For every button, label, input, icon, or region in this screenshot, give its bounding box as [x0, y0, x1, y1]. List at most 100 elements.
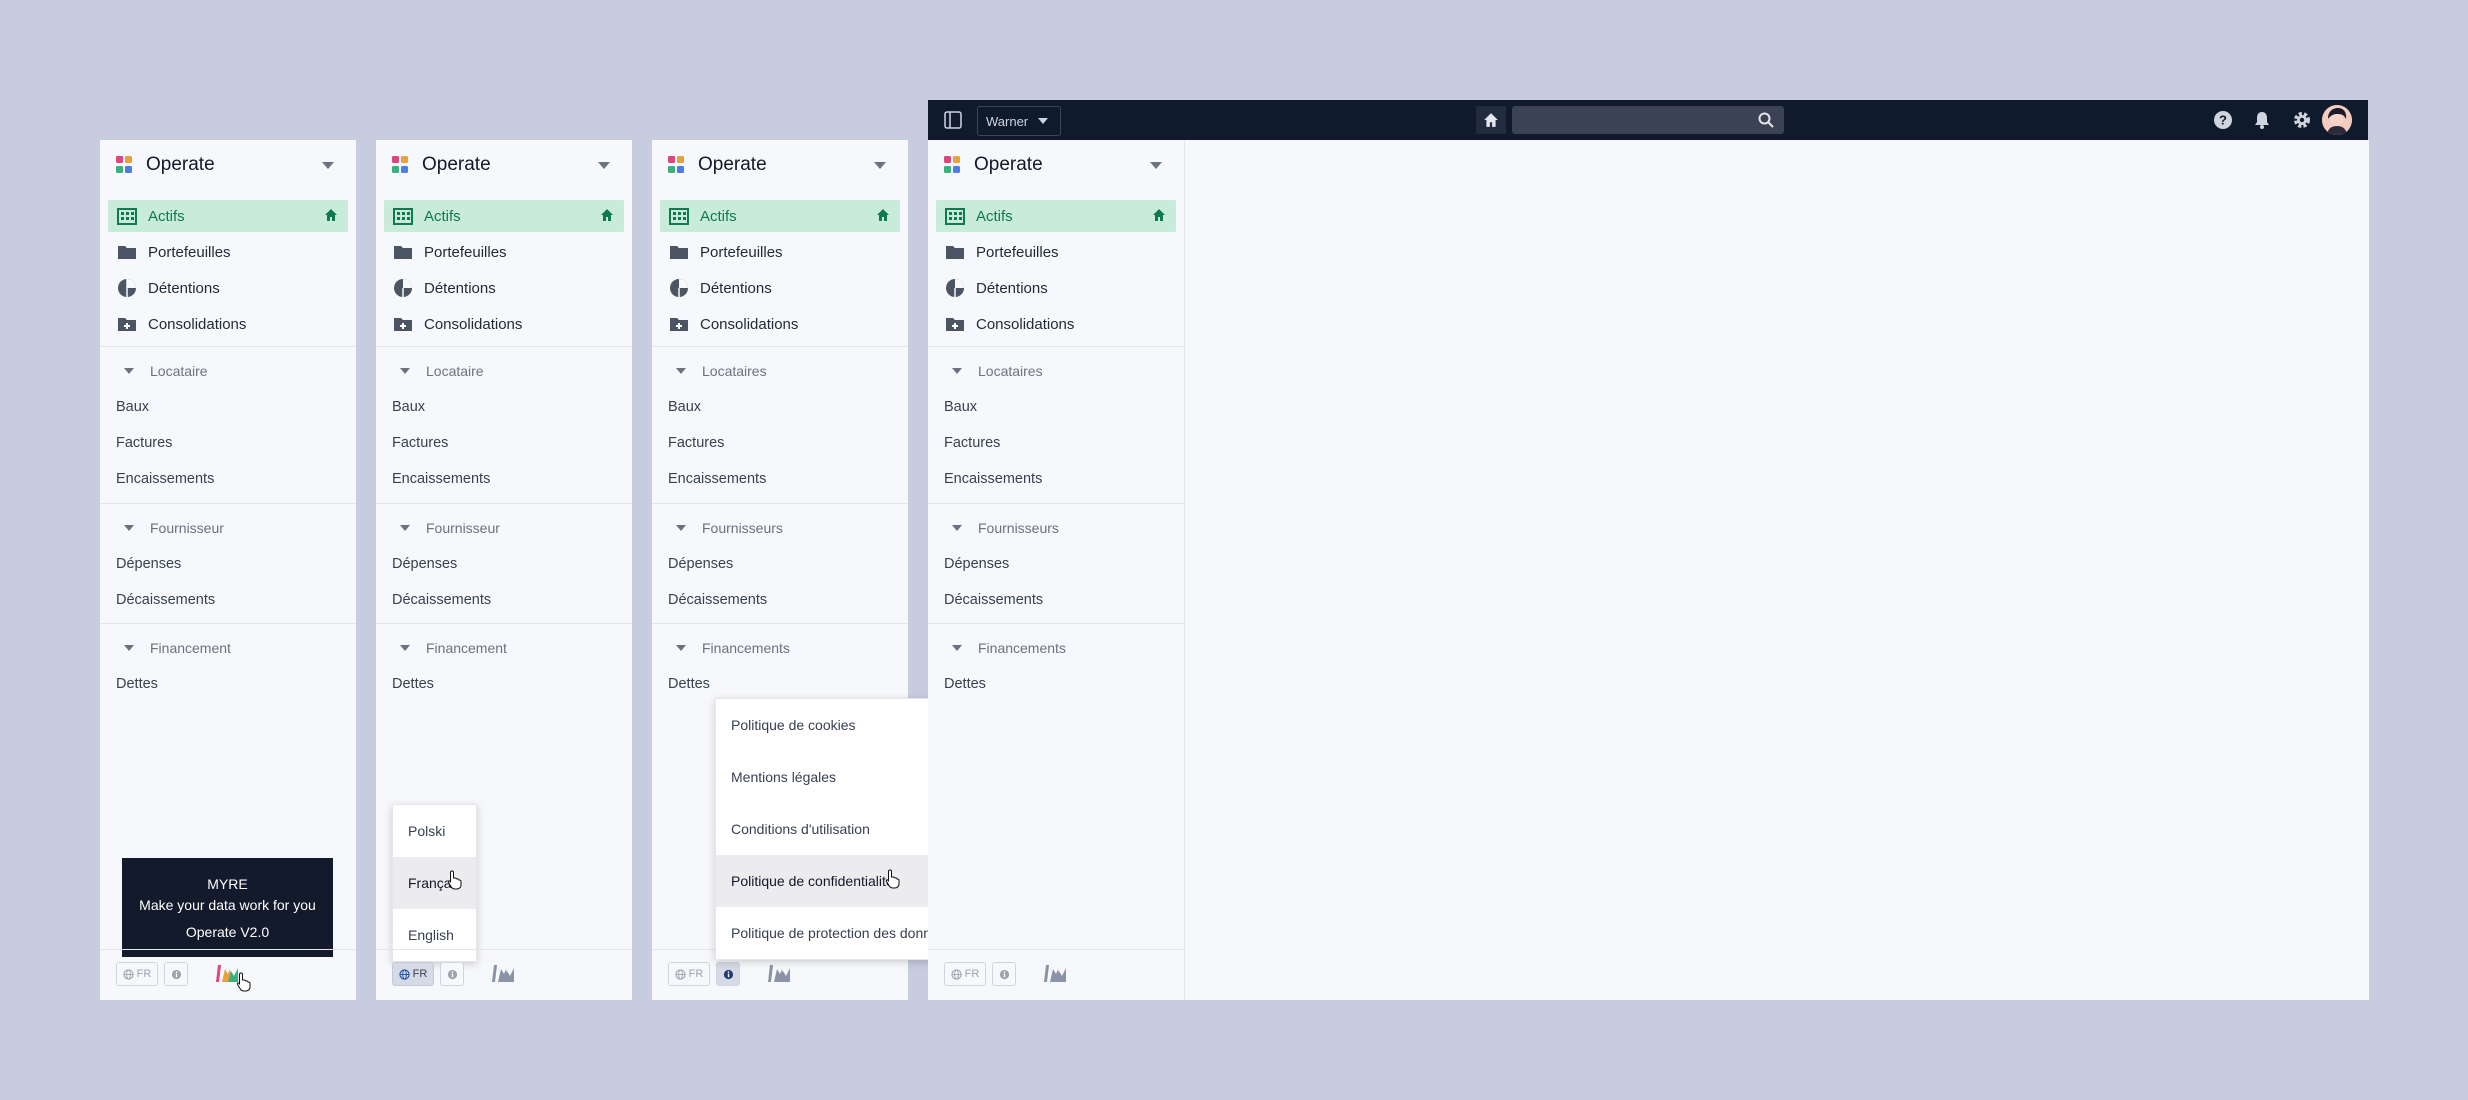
collapse-caret-icon[interactable]	[400, 368, 410, 374]
sidebar-item-detentions[interactable]: Détentions	[384, 272, 624, 304]
sidebar-item-portefeuilles[interactable]: Portefeuilles	[936, 236, 1176, 268]
sidebar-item-portefeuilles[interactable]: Portefeuilles	[660, 236, 900, 268]
sidebar-item-consolidations[interactable]: Consolidations	[384, 308, 624, 340]
myre-logo-icon[interactable]	[490, 962, 516, 989]
info-button[interactable]	[992, 962, 1016, 986]
sidebar-toggle-icon[interactable]	[944, 111, 962, 134]
section-header-financing[interactable]: Financements	[952, 640, 1066, 656]
collapse-caret-icon[interactable]	[952, 368, 962, 374]
section-header-tenant[interactable]: Locataires	[676, 363, 767, 379]
collapse-caret-icon[interactable]	[124, 368, 134, 374]
collapse-caret-icon[interactable]	[124, 525, 134, 531]
app-switcher[interactable]: Operate	[376, 140, 632, 190]
gear-icon[interactable]	[2292, 110, 2312, 135]
language-button[interactable]: FR	[116, 962, 158, 986]
sidebar-item-actifs[interactable]: Actifs	[384, 200, 624, 232]
section-header-tenant[interactable]: Locataire	[124, 363, 208, 379]
sidebar-link-dettes[interactable]: Dettes	[668, 676, 710, 692]
sidebar-link-baux[interactable]: Baux	[116, 399, 149, 415]
sidebar-link-decaissements[interactable]: Décaissements	[392, 592, 491, 608]
language-button[interactable]: FR	[944, 962, 986, 986]
bell-icon[interactable]	[2252, 110, 2272, 135]
sidebar-item-detentions[interactable]: Détentions	[108, 272, 348, 304]
sidebar-link-baux[interactable]: Baux	[668, 399, 701, 415]
search-input[interactable]	[1512, 106, 1784, 134]
help-icon[interactable]: ?	[2213, 110, 2233, 135]
app-switcher[interactable]: Operate	[100, 140, 356, 190]
sidebar-item-label: Détentions	[700, 279, 772, 297]
sidebar-link-factures[interactable]: Factures	[392, 435, 448, 451]
sidebar-link-decaissements[interactable]: Décaissements	[944, 592, 1043, 608]
sidebar-link-decaissements[interactable]: Décaissements	[668, 592, 767, 608]
section-header-supplier[interactable]: Fournisseur	[124, 520, 224, 536]
sidebar-item-actifs[interactable]: Actifs	[936, 200, 1176, 232]
workspace-selector[interactable]: Warner	[977, 106, 1062, 136]
sidebar-item-portefeuilles[interactable]: Portefeuilles	[384, 236, 624, 268]
sidebar-link-decaissements[interactable]: Décaissements	[116, 592, 215, 608]
collapse-caret-icon[interactable]	[676, 525, 686, 531]
section-header-tenant[interactable]: Locataires	[952, 363, 1043, 379]
sidebar-link-baux[interactable]: Baux	[944, 399, 977, 415]
info-button[interactable]	[164, 962, 188, 986]
section-header-financing[interactable]: Financement	[124, 640, 231, 656]
sidebar-link-depenses[interactable]: Dépenses	[668, 556, 733, 572]
language-option-polski[interactable]: Polski	[393, 805, 476, 857]
sidebar-link-encaissements[interactable]: Encaissements	[944, 471, 1042, 487]
sidebar-link-baux[interactable]: Baux	[392, 399, 425, 415]
info-button[interactable]	[440, 962, 464, 986]
home-button[interactable]	[1476, 106, 1506, 134]
sidebar-link-depenses[interactable]: Dépenses	[944, 556, 1009, 572]
language-button[interactable]: FR	[392, 962, 434, 986]
language-option-francais[interactable]: Français	[393, 857, 476, 909]
sidebar-link-factures[interactable]: Factures	[944, 435, 1000, 451]
sidebar-footer: FR	[376, 949, 632, 1000]
sidebar-item-portefeuilles[interactable]: Portefeuilles	[108, 236, 348, 268]
sidebar-item-actifs[interactable]: Actifs	[660, 200, 900, 232]
sidebar-item-consolidations[interactable]: Consolidations	[660, 308, 900, 340]
sidebar-item-detentions[interactable]: Détentions	[936, 272, 1176, 304]
collapse-caret-icon[interactable]	[676, 645, 686, 651]
home-icon[interactable]	[1152, 208, 1166, 227]
myre-logo-icon[interactable]	[1042, 962, 1068, 989]
section-header-supplier[interactable]: Fournisseur	[400, 520, 500, 536]
collapse-caret-icon[interactable]	[400, 525, 410, 531]
sidebar-item-actifs[interactable]: Actifs	[108, 200, 348, 232]
chevron-down-icon[interactable]	[874, 162, 886, 169]
search-icon[interactable]	[1758, 112, 1774, 133]
sidebar-link-factures[interactable]: Factures	[116, 435, 172, 451]
home-icon[interactable]	[600, 208, 614, 227]
sidebar-link-depenses[interactable]: Dépenses	[392, 556, 457, 572]
sidebar-link-dettes[interactable]: Dettes	[392, 676, 434, 692]
avatar[interactable]	[2322, 105, 2352, 135]
section-header-tenant[interactable]: Locataire	[400, 363, 484, 379]
sidebar-item-consolidations[interactable]: Consolidations	[108, 308, 348, 340]
home-icon[interactable]	[324, 208, 338, 227]
collapse-caret-icon[interactable]	[952, 645, 962, 651]
sidebar-link-dettes[interactable]: Dettes	[944, 676, 986, 692]
chevron-down-icon[interactable]	[598, 162, 610, 169]
section-header-supplier[interactable]: Fournisseurs	[952, 520, 1059, 536]
sidebar-item-consolidations[interactable]: Consolidations	[936, 308, 1176, 340]
app-switcher[interactable]: Operate	[652, 140, 908, 190]
chevron-down-icon[interactable]	[322, 162, 334, 169]
home-icon[interactable]	[876, 208, 890, 227]
sidebar-link-encaissements[interactable]: Encaissements	[668, 471, 766, 487]
sidebar-link-dettes[interactable]: Dettes	[116, 676, 158, 692]
app-switcher[interactable]: Operate	[928, 140, 1184, 190]
sidebar-link-factures[interactable]: Factures	[668, 435, 724, 451]
collapse-caret-icon[interactable]	[952, 525, 962, 531]
collapse-caret-icon[interactable]	[400, 645, 410, 651]
language-button[interactable]: FR	[668, 962, 710, 986]
info-button[interactable]	[716, 962, 740, 986]
collapse-caret-icon[interactable]	[676, 368, 686, 374]
sidebar-link-encaissements[interactable]: Encaissements	[392, 471, 490, 487]
sidebar-link-encaissements[interactable]: Encaissements	[116, 471, 214, 487]
collapse-caret-icon[interactable]	[124, 645, 134, 651]
section-header-supplier[interactable]: Fournisseurs	[676, 520, 783, 536]
chevron-down-icon[interactable]	[1150, 162, 1162, 169]
section-header-financing[interactable]: Financement	[400, 640, 507, 656]
myre-logo-icon[interactable]	[766, 962, 792, 989]
sidebar-item-detentions[interactable]: Détentions	[660, 272, 900, 304]
sidebar-link-depenses[interactable]: Dépenses	[116, 556, 181, 572]
section-header-financing[interactable]: Financements	[676, 640, 790, 656]
